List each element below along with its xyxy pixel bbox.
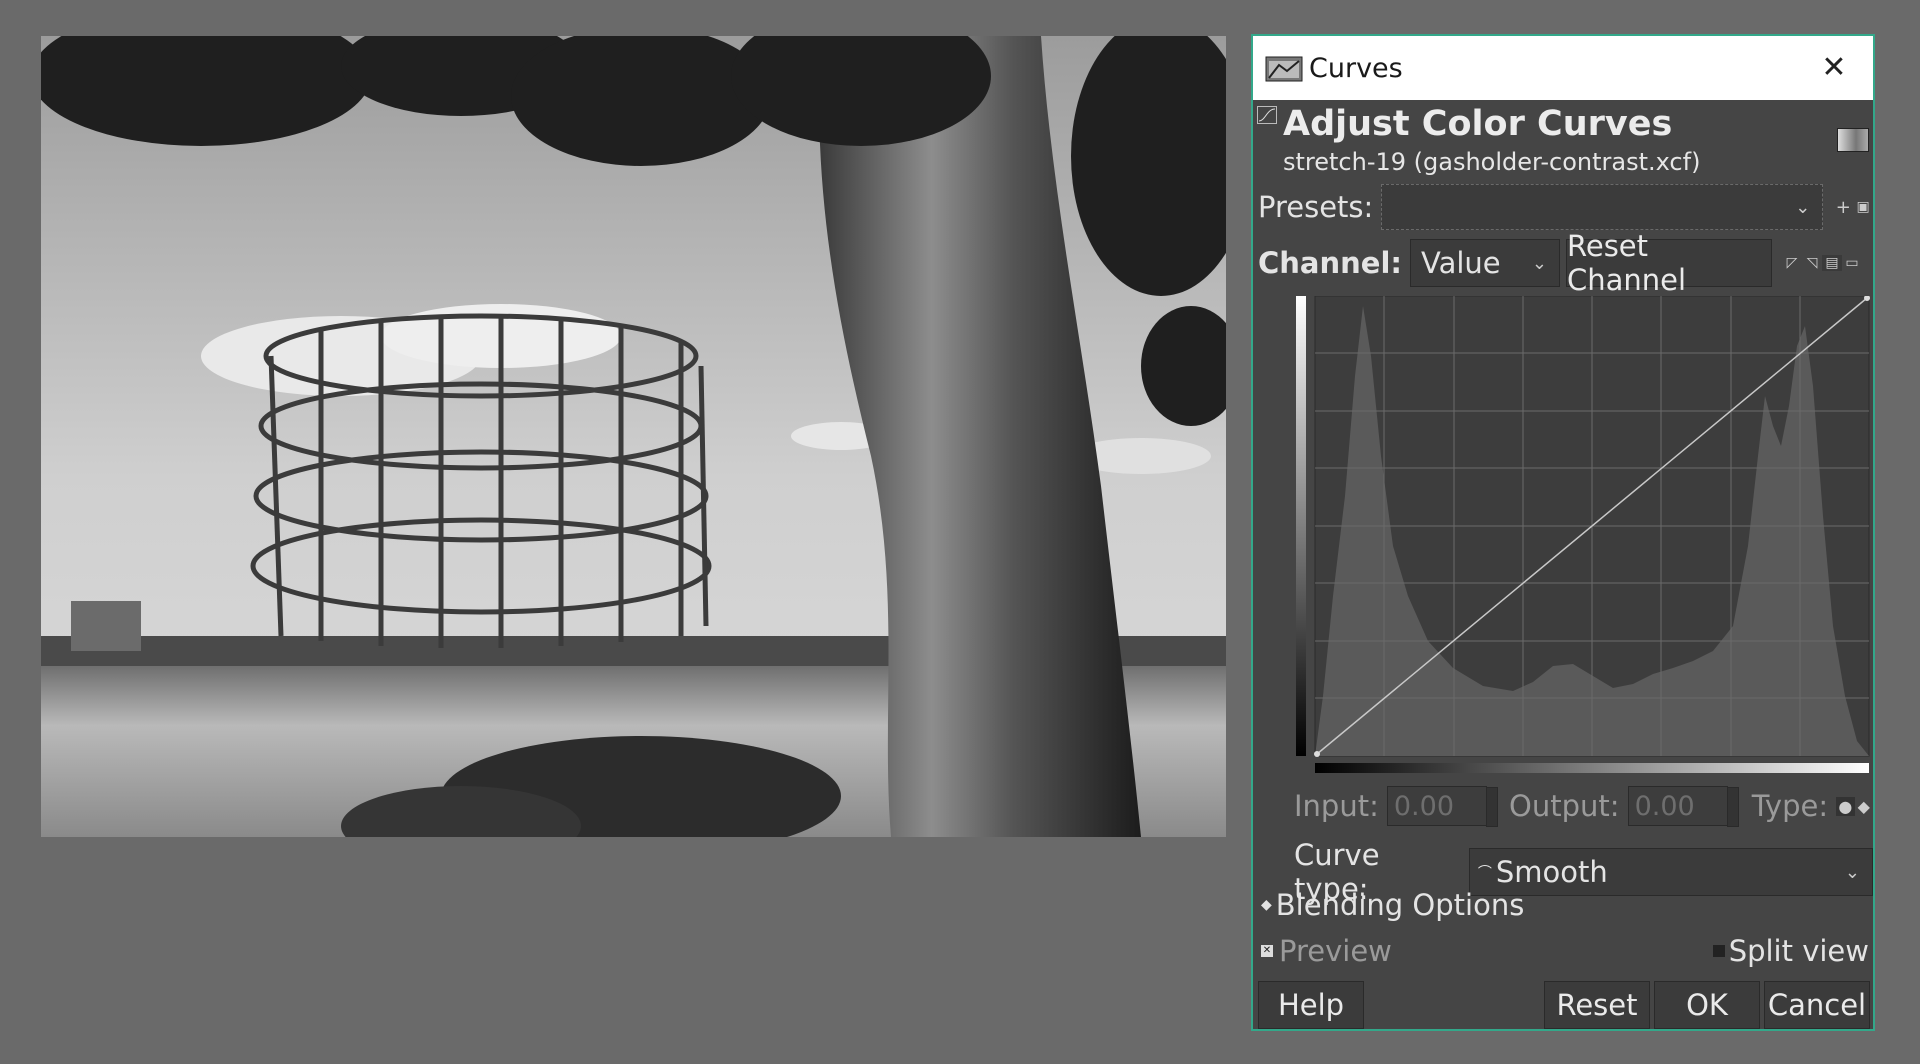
point-type-smooth-icon[interactable]: ●	[1836, 796, 1855, 816]
dialog-heading: Adjust Color Curves	[1283, 104, 1673, 144]
input-gradient-bar	[1315, 763, 1869, 773]
ok-button[interactable]: OK	[1654, 981, 1760, 1029]
preset-menu-icon[interactable]: ▣	[1853, 199, 1873, 215]
reset-channel-button[interactable]: Reset Channel	[1566, 229, 1772, 297]
output-value: 0.00	[1634, 790, 1695, 822]
point-values-row: Input: 0.00 Output: 0.00 Type: ● ◆	[1253, 786, 1873, 827]
split-view-checkbox[interactable]	[1712, 945, 1725, 957]
image-canvas[interactable]	[41, 36, 1226, 837]
preview-checkbox[interactable]: ✕	[1261, 945, 1273, 957]
image-thumbnail-icon	[1837, 128, 1869, 152]
window-title: Curves	[1309, 52, 1403, 84]
linear-histogram-icon[interactable]: ◸	[1782, 255, 1802, 271]
blending-options-label: Blending Options	[1275, 888, 1525, 922]
channel-row: Channel: Value ⌄ Reset Channel ◸ ◹ ▤ ▭	[1253, 229, 1873, 297]
log-histogram-icon[interactable]: ◹	[1802, 255, 1822, 271]
spin-arrows-icon[interactable]	[1486, 787, 1499, 827]
split-view-label: Split view	[1728, 934, 1869, 968]
output-label: Output:	[1509, 789, 1620, 823]
channel-value: Value	[1421, 246, 1501, 280]
input-value: 0.00	[1393, 790, 1454, 822]
curve-type-value: Smooth	[1495, 855, 1608, 889]
presets-row: Presets: ⌄ + ▣	[1253, 184, 1873, 230]
reset-button[interactable]: Reset	[1544, 981, 1650, 1029]
dialog-titlebar[interactable]: Curves ✕	[1253, 36, 1873, 100]
channel-combo[interactable]: Value ⌄	[1410, 239, 1560, 287]
cancel-button[interactable]: Cancel	[1764, 981, 1870, 1029]
dialog-header: Adjust Color Curves stretch-19 (gasholde…	[1253, 100, 1873, 182]
preview-label: Preview	[1279, 934, 1392, 968]
type-label: Type:	[1751, 789, 1829, 823]
dialog-buttons: Help Reset OK Cancel	[1253, 981, 1873, 1029]
preview-row: ✕ Preview Split view	[1253, 934, 1873, 968]
help-button[interactable]: Help	[1258, 981, 1364, 1029]
dialog-subheading: stretch-19 (gasholder-contrast.xcf)	[1283, 148, 1701, 176]
smooth-curve-icon: ⌒	[1477, 865, 1492, 881]
presets-combo[interactable]: ⌄	[1381, 184, 1824, 230]
curves-dialog: Curves ✕ Adjust Color Curves stretch-19 …	[1251, 34, 1875, 1031]
curve-point-start[interactable]	[1314, 751, 1320, 757]
chevron-down-icon: ⌄	[1844, 861, 1860, 883]
curves-tool-icon	[1257, 106, 1277, 124]
curve-view-icon[interactable]: ▤	[1822, 255, 1842, 271]
output-gradient-bar	[1296, 296, 1306, 756]
curve-options-icon[interactable]: ▭	[1842, 255, 1862, 271]
input-spinbox[interactable]: 0.00	[1386, 786, 1499, 827]
gasholder-photo	[41, 36, 1226, 837]
curve-graph[interactable]	[1293, 295, 1879, 778]
spin-arrows-icon[interactable]	[1726, 787, 1739, 827]
blending-options-expander[interactable]: ◆ Blending Options	[1253, 888, 1873, 922]
channel-label: Channel:	[1258, 246, 1402, 280]
chevron-down-icon: ⌄	[1795, 196, 1811, 218]
close-icon[interactable]: ✕	[1817, 50, 1851, 85]
output-spinbox[interactable]: 0.00	[1627, 786, 1739, 827]
expander-arrow-icon[interactable]: ◆	[1261, 897, 1272, 913]
presets-label: Presets:	[1258, 190, 1374, 224]
curve-graph-area[interactable]	[1293, 295, 1879, 778]
curves-app-icon	[1265, 56, 1303, 82]
add-preset-icon[interactable]: +	[1833, 197, 1853, 218]
chevron-down-icon: ⌄	[1531, 252, 1547, 274]
point-type-corner-icon[interactable]: ◆	[1855, 797, 1873, 816]
input-label: Input:	[1294, 789, 1379, 823]
